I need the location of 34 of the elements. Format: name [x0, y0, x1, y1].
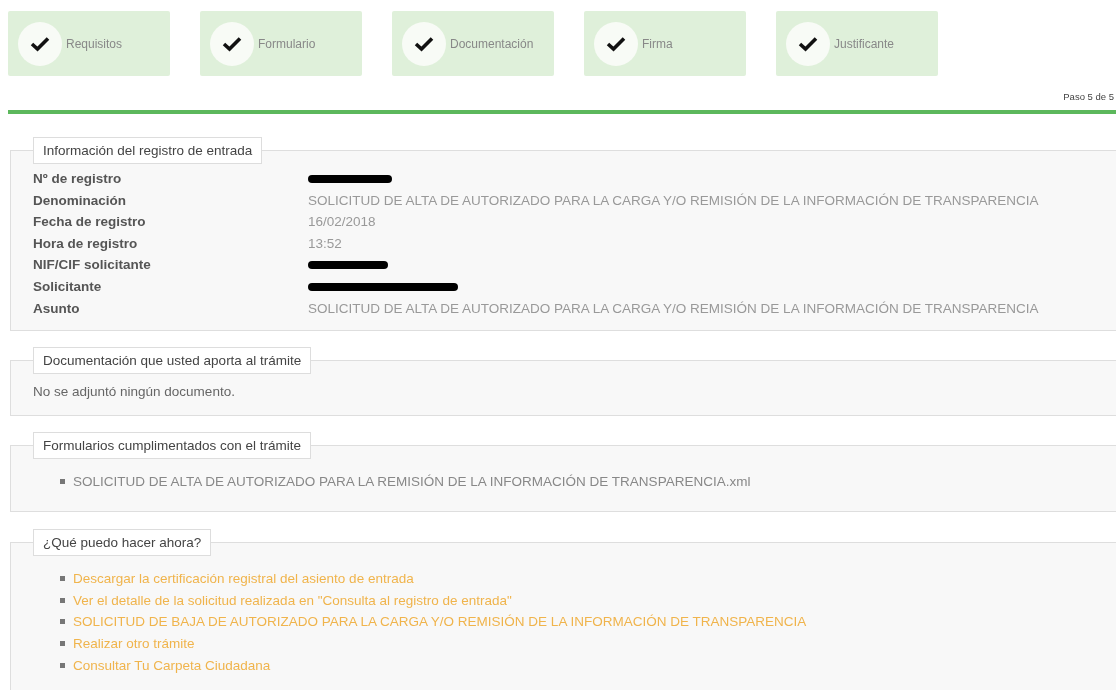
action-link[interactable]: Realizar otro trámite	[73, 636, 195, 652]
step-counter: Paso 5 de 5	[1063, 91, 1114, 102]
bullet-icon	[60, 641, 65, 647]
field-label: Solicitante	[33, 277, 103, 296]
field-label: Fecha de registro	[33, 213, 147, 232]
step-label: Documentación	[450, 36, 534, 51]
field-label: Asunto	[33, 299, 81, 318]
section-title: Documentación que usted aporta al trámite	[33, 347, 312, 374]
field-value: 16/02/2018	[308, 213, 377, 232]
step-label: Justificante	[834, 36, 895, 51]
step-label: Formulario	[258, 36, 316, 51]
field-value: SOLICITUD DE ALTA DE AUTORIZADO PARA LA CARGA Y/O REMISIÓN DE LA INFORMACIÓN DE TRANSPARENCIA	[308, 299, 1040, 318]
action-link[interactable]: Consultar Tu Carpeta Ciudadana	[73, 657, 271, 673]
empty-message: No se adjuntó ningún documento.	[33, 384, 236, 399]
field-label: Nº de registro	[33, 170, 123, 188]
section-title: Formularios cumplimentados con el trámite	[33, 432, 312, 459]
field-value: 13:52	[308, 234, 343, 253]
bullet-icon	[60, 597, 65, 603]
bullet-icon	[60, 662, 65, 668]
step-label: Requisitos	[66, 36, 123, 51]
section-title: ¿Qué puedo hacer ahora?	[33, 529, 212, 556]
action-link[interactable]: SOLICITUD DE BAJA DE AUTORIZADO PARA LA CARGA Y/O REMISIÓN DE LA INFORMACIÓN DE TRANSPARENCIA	[73, 614, 807, 630]
form-file-name: SOLICITUD DE ALTA DE AUTORIZADO PARA LA REMISIÓN DE LA INFORMACIÓN DE TRANSPARENCIA.xml	[73, 474, 751, 490]
bullet-icon	[60, 576, 65, 582]
bullet-icon	[60, 479, 65, 485]
section-title: Información del registro de entrada	[33, 137, 263, 164]
field-label: NIF/CIF solicitante	[33, 256, 152, 275]
bullet-icon	[60, 619, 65, 625]
action-link[interactable]: Descargar la certificación registral del asiento de entrada	[73, 571, 414, 587]
field-label: Denominación	[33, 191, 127, 210]
field-label: Hora de registro	[33, 234, 139, 253]
field-value: SOLICITUD DE ALTA DE AUTORIZADO PARA LA CARGA Y/O REMISIÓN DE LA INFORMACIÓN DE TRANSPARENCIA	[308, 191, 1040, 210]
action-link[interactable]: Ver el detalle de la solicitud realizada en "Consulta al registro de entrada"	[73, 592, 512, 608]
step-label: Firma	[642, 36, 673, 51]
